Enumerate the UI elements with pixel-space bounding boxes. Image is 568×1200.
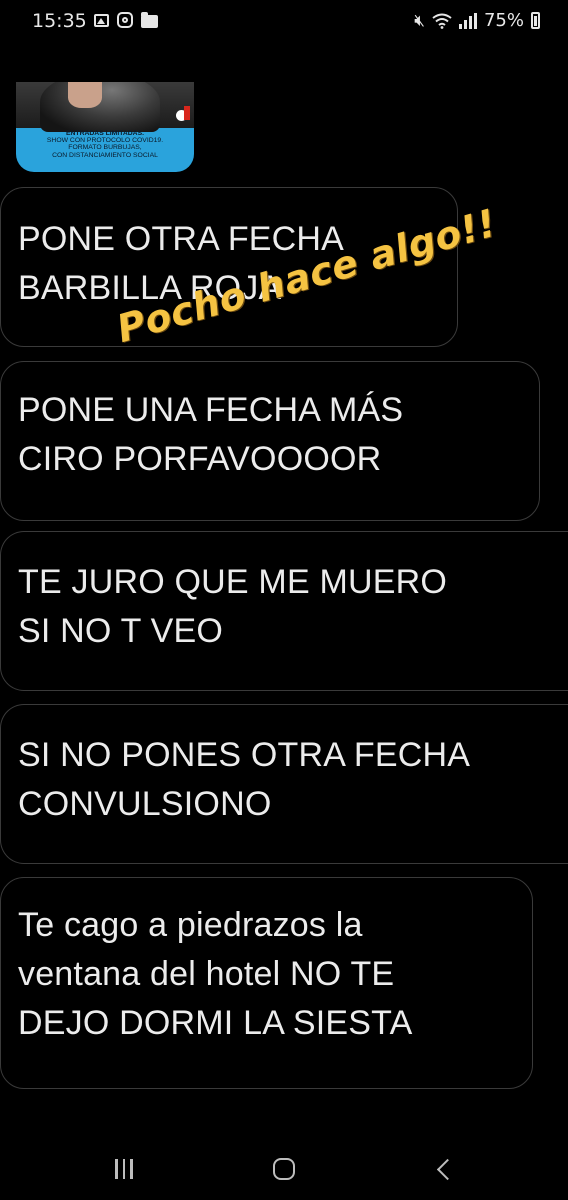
mute-icon: 🔇︎ <box>414 10 425 31</box>
gallery-icon <box>94 13 109 27</box>
home-icon <box>273 1158 295 1180</box>
status-time: 15:35 <box>32 10 87 32</box>
battery-percent: 75% <box>483 10 524 31</box>
back-button[interactable] <box>424 1152 464 1186</box>
message-bubble[interactable]: TE JURO QUE ME MUERO SI NO T VEO <box>0 531 568 691</box>
message-bubble[interactable]: PONE UNA FECHA MÁS CIRO PORFAVOOOOR <box>0 361 540 521</box>
recent-apps-icon <box>115 1159 133 1179</box>
story-caption-line: SHOW CON PROTOCOLO COVID19. <box>46 137 164 145</box>
story-caption-line: CON DISTANCIAMIENTO SOCIAL <box>52 151 158 159</box>
battery-icon <box>531 12 540 29</box>
folder-icon <box>141 11 158 28</box>
recent-apps-button[interactable] <box>104 1152 144 1186</box>
back-icon <box>436 1158 458 1180</box>
signal-icon <box>458 12 477 29</box>
message-text: SI NO PONES OTRA FECHA CONVULSIONO <box>18 736 471 823</box>
message-bubble[interactable]: SI NO PONES OTRA FECHA CONVULSIONO <box>0 704 568 864</box>
home-button[interactable] <box>264 1152 304 1186</box>
story-caption-line: FORMATO BURBUJAS, <box>68 144 142 152</box>
story-preview-image[interactable]: ENTRADAS LIMITADAS. SHOW CON PROTOCOLO C… <box>16 82 194 172</box>
story-photo <box>16 82 194 132</box>
message-bubble[interactable]: Te cago a piedrazos la ventana del hotel… <box>0 877 533 1089</box>
status-system-icons: 🔇︎ 75% <box>414 10 540 31</box>
message-text: Te cago a piedrazos la ventana del hotel… <box>18 906 413 1042</box>
story-logo-mark <box>184 106 190 120</box>
message-text: PONE UNA FECHA MÁS CIRO PORFAVOOOOR <box>18 391 404 478</box>
instagram-icon <box>117 12 133 28</box>
status-bar: 15:35 🔇︎ 75% <box>0 0 568 44</box>
status-notification-icons <box>94 11 158 28</box>
story-caption: ENTRADAS LIMITADAS. SHOW CON PROTOCOLO C… <box>16 130 194 159</box>
story-person-neck <box>68 82 102 108</box>
wifi-icon <box>432 13 452 29</box>
message-text: TE JURO QUE ME MUERO SI NO T VEO <box>18 563 448 650</box>
story-caption-title: ENTRADAS LIMITADAS. <box>65 130 145 137</box>
navigation-bar <box>0 1138 568 1200</box>
